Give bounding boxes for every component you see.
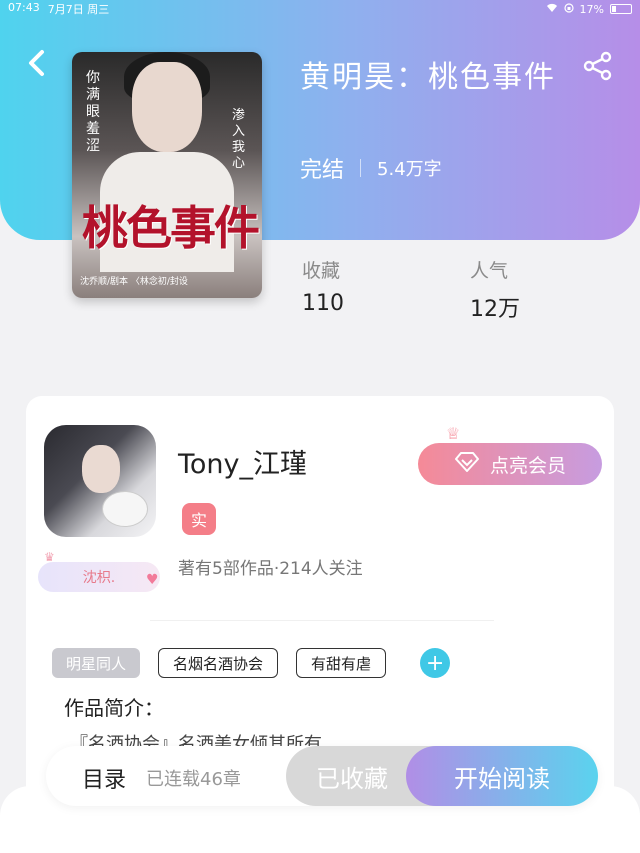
section-divider — [150, 620, 494, 621]
start-reading-label: 开始阅读 — [454, 764, 550, 793]
vip-activate-button[interactable]: 点亮会员 — [418, 443, 602, 485]
author-stats: 著有5部作品·214人关注 — [178, 559, 363, 579]
chevron-left-icon — [27, 49, 47, 81]
back-button[interactable] — [20, 48, 54, 82]
stat-popularity-label: 人气 — [470, 260, 509, 282]
tag-cigar-wine-society[interactable]: 名烟名酒协会 — [158, 648, 279, 678]
cover-art-face — [132, 62, 202, 152]
meta-divider — [360, 159, 362, 177]
plus-icon: + — [425, 650, 445, 676]
author-name-tag: 沈枳. — [38, 562, 160, 592]
cover-side-text-left: 你满眼羞涩 — [86, 70, 100, 154]
author-avatar[interactable] — [44, 425, 156, 537]
verified-badge: 实 — [182, 503, 216, 535]
book-cover[interactable]: 你满眼羞涩 渗入我心 桃色事件 沈乔顺/剧本 〈林念初/封设 — [72, 52, 262, 298]
toc-button[interactable]: 目录 — [82, 762, 126, 794]
avatar-face — [82, 445, 120, 493]
book-meta: 完结 5.4万字 — [300, 152, 442, 184]
lock-rotation-icon — [563, 2, 574, 16]
cover-credits: 沈乔顺/剧本 〈林念初/封设 — [80, 277, 188, 287]
start-reading-button[interactable]: 开始阅读 — [406, 746, 598, 806]
heart-decoration-icon: ♥ — [146, 572, 159, 588]
status-bar: 07:43 7月7日 周三 17% — [0, 0, 640, 18]
stat-favorites-label: 收藏 — [302, 260, 341, 282]
status-time: 07:43 — [8, 1, 40, 14]
chapter-count: 已连载46章 — [146, 769, 241, 790]
vip-crown-icon: ♕ — [446, 424, 461, 443]
collected-button-label: 已收藏 — [316, 764, 388, 793]
diamond-icon — [454, 451, 480, 477]
status-date: 7月7日 周三 — [47, 3, 110, 16]
intro-title: 作品简介： — [64, 696, 164, 720]
tag-sweet-angst[interactable]: 有甜有虐 — [296, 648, 387, 678]
book-status: 完结 — [300, 158, 345, 183]
stat-popularity: 人气 12万 — [470, 256, 520, 323]
stat-popularity-value: 12万 — [470, 297, 520, 322]
share-button[interactable] — [580, 50, 616, 86]
cover-title-art: 桃色事件 — [82, 201, 260, 255]
share-icon — [583, 51, 613, 85]
battery-icon — [610, 4, 632, 14]
author-name[interactable]: Tony_江瑾 — [178, 442, 307, 481]
stat-favorites-value: 110 — [302, 291, 344, 316]
tag-list: 明星同人 名烟名酒协会 有甜有虐 + — [52, 648, 451, 678]
cover-side-text-right: 渗入我心 — [232, 108, 246, 171]
vip-button-label: 点亮会员 — [489, 454, 566, 477]
book-word-count: 5.4万字 — [377, 159, 442, 180]
add-tag-button[interactable]: + — [420, 648, 451, 678]
battery-percent: 17% — [579, 2, 604, 16]
avatar-cat — [102, 491, 148, 527]
wifi-icon — [546, 3, 558, 16]
stat-favorites: 收藏 110 — [302, 256, 344, 316]
book-title: 黄明昊：桃色事件 — [300, 60, 556, 95]
tag-celebrity-fanfic[interactable]: 明星同人 — [52, 648, 141, 678]
